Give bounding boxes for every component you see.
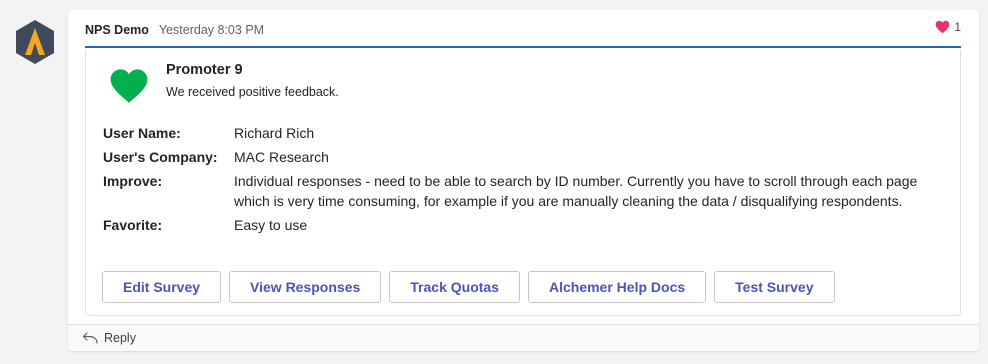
fact-key: User's Company: xyxy=(103,149,218,165)
heart-reaction-icon xyxy=(935,20,950,34)
fact-value: Richard Rich xyxy=(234,125,315,141)
bot-avatar[interactable] xyxy=(12,19,58,65)
track-quotas-button[interactable]: Track Quotas xyxy=(389,271,520,303)
reply-button[interactable]: Reply xyxy=(68,324,979,351)
fact-value: Individual responses - need to be able t… xyxy=(234,173,918,209)
fact-row: Favorite: Easy to use xyxy=(103,215,943,235)
fact-row: User Name: Richard Rich xyxy=(103,123,943,143)
adaptive-card: Promoter 9 We received positive feedback… xyxy=(85,50,961,316)
fact-row: Improve: Individual responses - need to … xyxy=(103,171,943,211)
view-responses-button[interactable]: View Responses xyxy=(229,271,382,303)
reaction-badge[interactable]: 1 xyxy=(935,20,961,34)
message-header: NPS Demo Yesterday 8:03 PM xyxy=(85,23,264,37)
card-title: Promoter 9 xyxy=(166,62,243,78)
chat-message: NPS Demo Yesterday 8:03 PM 1 Promoter 9 … xyxy=(68,10,979,351)
test-survey-button[interactable]: Test Survey xyxy=(714,271,835,303)
card-subtitle: We received positive feedback. xyxy=(166,85,339,99)
edit-survey-button[interactable]: Edit Survey xyxy=(102,271,222,303)
fact-key: Favorite: xyxy=(103,217,163,233)
reply-label: Reply xyxy=(104,331,136,345)
fact-value: Easy to use xyxy=(234,217,308,233)
reply-arrow-icon xyxy=(82,332,98,344)
green-heart-icon xyxy=(110,69,148,103)
help-docs-button[interactable]: Alchemer Help Docs xyxy=(527,271,707,303)
fact-key: User Name: xyxy=(103,125,181,141)
fact-value: MAC Research xyxy=(234,149,329,165)
fact-set: User Name: Richard Rich User's Company: … xyxy=(103,123,943,239)
fact-row: User's Company: MAC Research xyxy=(103,147,943,167)
reaction-count: 1 xyxy=(954,20,961,34)
card-actions: Edit Survey View Responses Track Quotas … xyxy=(102,271,835,303)
header-divider xyxy=(85,46,961,48)
message-timestamp: Yesterday 8:03 PM xyxy=(158,23,265,37)
sender-name[interactable]: NPS Demo xyxy=(85,23,149,37)
fact-key: Improve: xyxy=(103,173,163,189)
